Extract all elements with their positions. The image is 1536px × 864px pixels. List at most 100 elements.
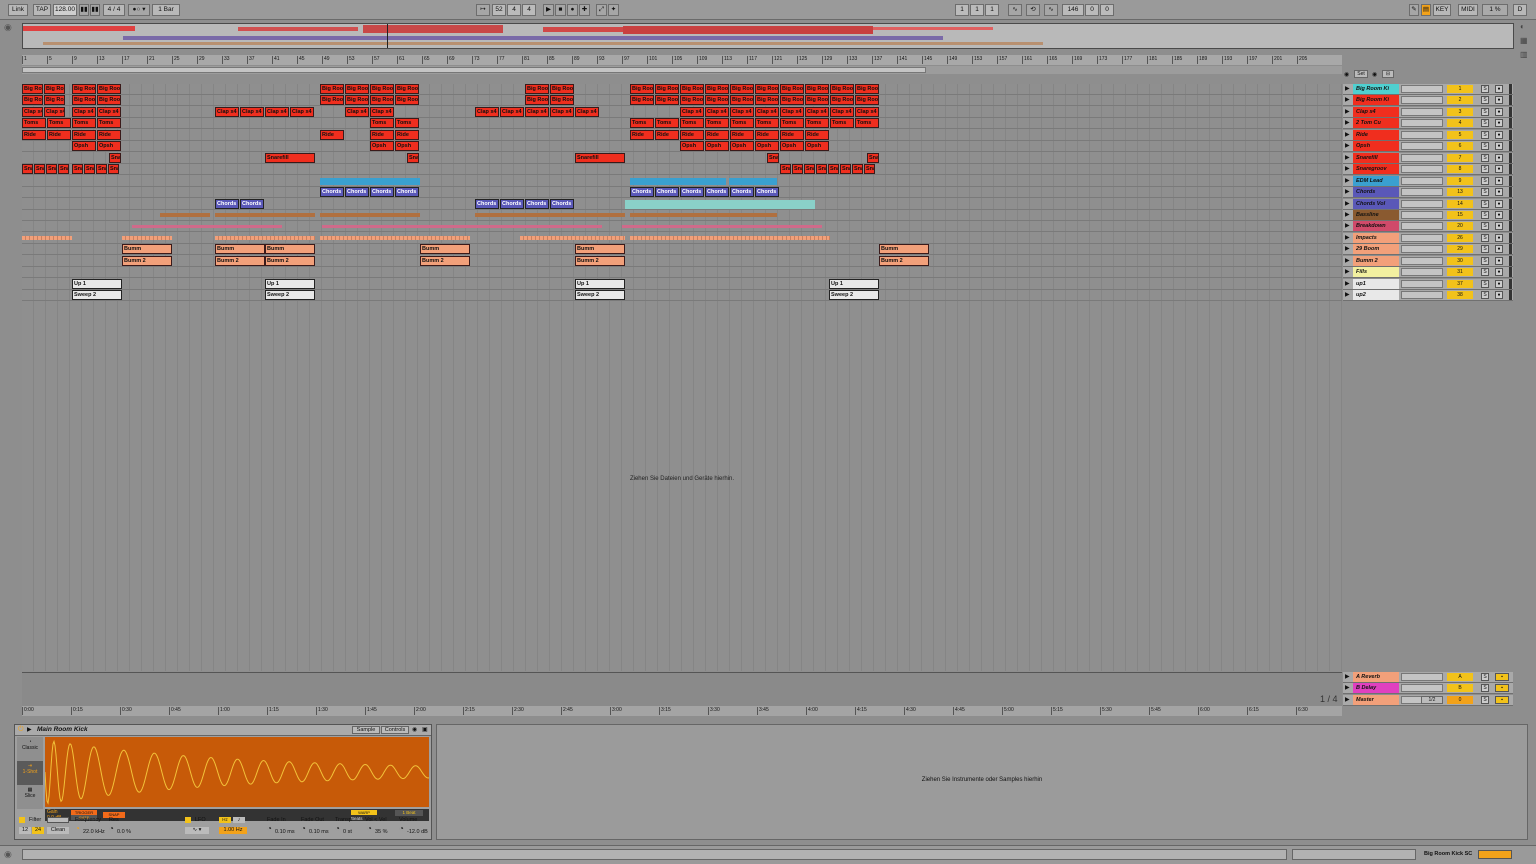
- position-sixteenth[interactable]: 4: [522, 4, 536, 16]
- clip[interactable]: Toms: [97, 118, 121, 129]
- volume-knob-icon[interactable]: ◔: [399, 824, 404, 833]
- track-activator[interactable]: 7: [1447, 153, 1473, 162]
- track-volume-meter[interactable]: [1401, 153, 1443, 162]
- clip[interactable]: Bumm 2: [122, 255, 172, 266]
- filter-toggle[interactable]: [19, 817, 25, 823]
- track-fold-icon[interactable]: ▶: [1345, 142, 1352, 150]
- clip[interactable]: Sna: [792, 164, 803, 175]
- track-name[interactable]: Bassline: [1353, 209, 1399, 220]
- clip[interactable]: Big Roo: [320, 95, 344, 106]
- impacts-region[interactable]: [22, 235, 72, 240]
- clip[interactable]: Opsh: [370, 141, 394, 152]
- io-toggle-icon[interactable]: ⊟: [1382, 70, 1394, 78]
- device-power-icon[interactable]: ⏻: [18, 726, 24, 734]
- arm-button[interactable]: ●: [1495, 268, 1503, 277]
- solo-button[interactable]: S: [1481, 119, 1489, 128]
- arm-button[interactable]: ●: [1495, 222, 1503, 231]
- fade-in-knob-icon[interactable]: ◔: [267, 824, 272, 833]
- track-lane[interactable]: Clap x4 Clap x4 Clap x4 Clap x4 Clap x4 Clap …: [22, 106, 1342, 118]
- track-lane[interactable]: [22, 176, 1342, 187]
- clip[interactable]: Clap x4: [830, 106, 854, 117]
- clip[interactable]: Big Roo: [395, 95, 419, 106]
- clip[interactable]: Opsh: [395, 141, 419, 152]
- arm-button[interactable]: ●: [1495, 130, 1503, 139]
- clip[interactable]: Clap x4: [240, 106, 264, 117]
- track-lane[interactable]: Toms Toms Toms Toms Toms Toms Toms Toms Toms Toms…: [22, 118, 1342, 130]
- clip[interactable]: Big Roo: [830, 95, 854, 106]
- clip[interactable]: Sna: [108, 164, 119, 175]
- arrangement-overview[interactable]: [22, 23, 1514, 49]
- clip[interactable]: Up 1: [575, 278, 625, 289]
- track-volume-meter[interactable]: [1401, 222, 1443, 231]
- record-icon[interactable]: ●: [567, 4, 578, 16]
- return-track-header[interactable]: ▶ A Reverb A S ▪: [1343, 672, 1513, 683]
- clip[interactable]: Big Roo: [22, 84, 43, 94]
- track-lane[interactable]: Bumm 2 Bumm 2 Bumm 2 Bumm 2 Bumm 2 Bumm 2: [22, 255, 1342, 267]
- arrangement-view-icon[interactable]: ▦: [1520, 36, 1532, 46]
- track-activator[interactable]: 4: [1447, 119, 1473, 128]
- clip[interactable]: Sna: [828, 164, 839, 175]
- clip[interactable]: Toms: [72, 118, 96, 129]
- clip[interactable]: Big Roo: [780, 84, 804, 94]
- track-activator[interactable]: 13: [1447, 188, 1473, 197]
- solo-button[interactable]: S: [1481, 291, 1489, 300]
- solo-button[interactable]: S: [1481, 695, 1489, 704]
- clip[interactable]: Big Roo: [830, 84, 854, 94]
- loop-start-beat[interactable]: 1: [970, 4, 984, 16]
- clip[interactable]: Ride: [97, 129, 121, 140]
- clip[interactable]: Up 1: [829, 278, 879, 289]
- tap-button[interactable]: TAP: [33, 4, 51, 16]
- track-name[interactable]: Chords: [1353, 187, 1399, 198]
- bassline-region[interactable]: [630, 212, 730, 217]
- device-settings-icon[interactable]: ◉: [412, 726, 417, 733]
- track-activator[interactable]: 5: [1447, 130, 1473, 139]
- beat-time-ruler[interactable]: 1 5 9 13 17 21 25 29 33 37 41 45 49 53 57 61 65 69 73 77 81 8…: [22, 55, 1342, 65]
- track-activator[interactable]: 1: [1447, 85, 1473, 93]
- post-button[interactable]: ▪: [1495, 673, 1509, 681]
- track-fold-icon[interactable]: ▶: [1345, 131, 1352, 139]
- clip[interactable]: Clap x4: [345, 106, 369, 117]
- clip[interactable]: Ride: [805, 129, 829, 140]
- clip[interactable]: Ride: [370, 129, 394, 140]
- track-name[interactable]: Impacts: [1353, 232, 1399, 243]
- impacts-region[interactable]: [122, 235, 172, 240]
- track-lane[interactable]: Up 1 Up 1 Up 1 Up 1: [22, 278, 1342, 290]
- computer-midi-icon[interactable]: ▤: [1421, 4, 1431, 16]
- track-lane[interactable]: Sna Snarefill Sna Snarefill Sna Sna: [22, 152, 1342, 164]
- lfo-hz-button[interactable]: Hz: [219, 817, 231, 823]
- clip[interactable]: Bumm: [265, 244, 315, 255]
- clip[interactable]: Up 1: [265, 278, 315, 289]
- clip[interactable]: Sna: [816, 164, 827, 175]
- clip[interactable]: Opsh: [97, 141, 121, 152]
- loop-icon[interactable]: ⟲: [1026, 4, 1040, 16]
- track-activator[interactable]: 37: [1447, 279, 1473, 288]
- track-fold-icon[interactable]: ▶: [1345, 245, 1352, 253]
- play-icon[interactable]: ▶: [543, 4, 554, 16]
- track-name[interactable]: Snaregroov: [1353, 164, 1399, 175]
- bassline-region[interactable]: [475, 212, 575, 217]
- track-name[interactable]: Bumm 2: [1353, 255, 1399, 266]
- arm-button[interactable]: ●: [1495, 210, 1503, 219]
- overdub-icon[interactable]: ✚: [579, 4, 590, 16]
- loop-length-beat[interactable]: 0: [1085, 4, 1099, 16]
- bassline-region[interactable]: [215, 212, 315, 217]
- arm-button[interactable]: ●: [1495, 96, 1503, 105]
- clip[interactable]: Big Roo: [680, 95, 704, 106]
- midi-map-button[interactable]: MIDI: [1458, 4, 1478, 16]
- clip[interactable]: Clap x4: [755, 106, 779, 117]
- clip[interactable]: Big Roo: [345, 84, 369, 94]
- clip[interactable]: Opsh: [780, 141, 804, 152]
- arm-button[interactable]: ●: [1495, 279, 1503, 288]
- clip[interactable]: Sna: [109, 152, 121, 163]
- chords-vol-region[interactable]: [625, 199, 815, 209]
- track-volume-meter[interactable]: [1401, 210, 1443, 219]
- arm-button[interactable]: ●: [1495, 107, 1503, 116]
- track-volume-meter[interactable]: [1401, 107, 1443, 116]
- clip[interactable]: Chords: [525, 198, 549, 209]
- punch-in-icon[interactable]: ∿: [1008, 4, 1022, 16]
- clip[interactable]: Chords: [730, 187, 754, 198]
- metronome-icon[interactable]: ●○ ▾: [128, 4, 150, 16]
- clip[interactable]: Sna: [72, 164, 83, 175]
- clip[interactable]: Big Roo: [395, 84, 419, 94]
- track-lane[interactable]: Big Roo Big Roo Big Roo Big Roo Big Roo Big R…: [22, 84, 1342, 95]
